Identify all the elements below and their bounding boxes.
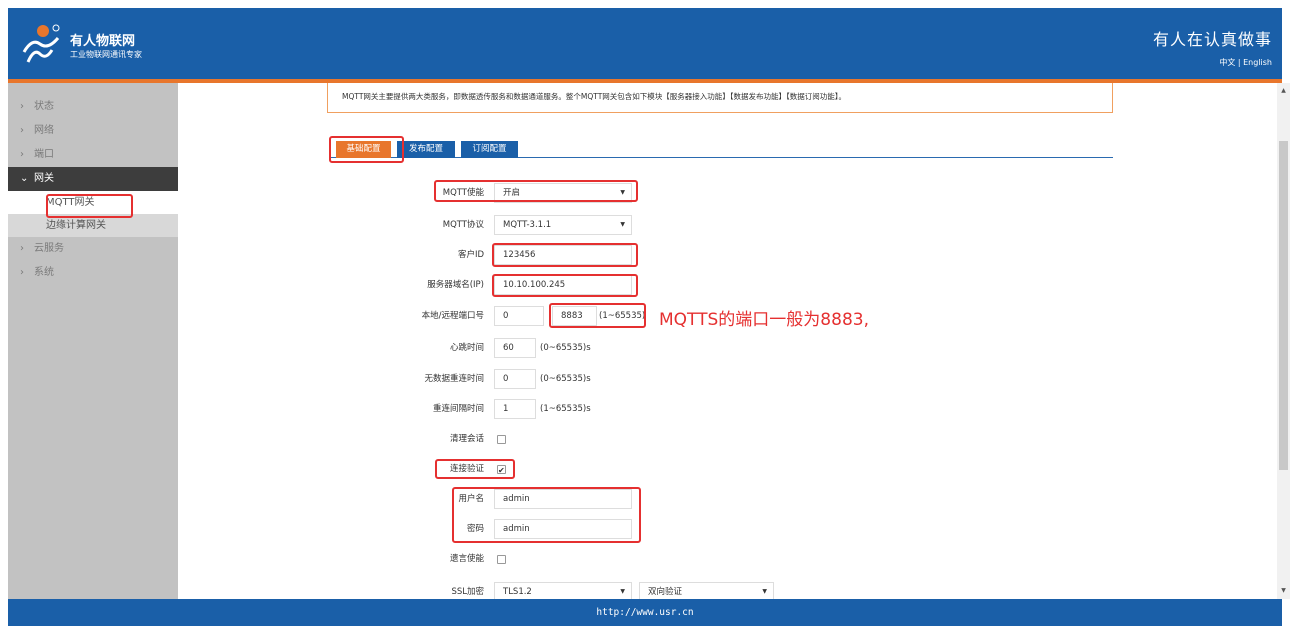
- will-enable-checkbox[interactable]: [497, 555, 506, 564]
- lang-separator: |: [1235, 58, 1244, 67]
- ports-label: 本地/远程端口号: [421, 311, 484, 321]
- client-id-label: 客户ID: [457, 250, 484, 260]
- username-label: 用户名: [458, 494, 484, 504]
- highlight-box: [492, 243, 638, 267]
- tab-publish-config[interactable]: 发布配置: [397, 141, 455, 158]
- highlight-box: [435, 459, 515, 479]
- heartbeat-input[interactable]: 60: [494, 338, 536, 358]
- sidebar-item-cloud[interactable]: › 云服务: [8, 237, 178, 261]
- highlight-box: [492, 274, 638, 297]
- sidebar-item-label: 系统: [34, 267, 54, 278]
- sidebar-item-system[interactable]: › 系统: [8, 261, 178, 285]
- password-input[interactable]: admin: [494, 519, 632, 539]
- no-data-reconnect-input[interactable]: 0: [494, 369, 536, 389]
- scroll-down-icon[interactable]: ▼: [1279, 587, 1288, 597]
- logo-icon: [22, 24, 60, 63]
- password-label: 密码: [466, 524, 484, 534]
- local-port-input[interactable]: 0: [494, 306, 544, 326]
- scrollbar-thumb[interactable]: [1279, 141, 1288, 470]
- sidebar-item-network[interactable]: › 网络: [8, 119, 178, 143]
- server-label: 服务器域名(IP): [427, 280, 484, 290]
- heartbeat-range: (0~65535)s: [540, 343, 591, 353]
- form-row-reconnect-interval: 重连间隔时间 1 (1~65535)s: [178, 399, 648, 419]
- info-banner: MQTT网关主要提供两大类服务，即数据透传服务和数据通道服务。整个MQTT网关包…: [327, 83, 1113, 113]
- sidebar-item-label: 网关: [34, 173, 54, 184]
- mqtt-protocol-label: MQTT协议: [442, 220, 484, 230]
- sidebar: › 状态 › 网络 › 端口 ⌄ 网关 MQTT网关 边缘计算网关 › 云服务 …: [8, 83, 178, 599]
- ssl-version-value: TLS1.2: [503, 587, 532, 597]
- main-content: MQTT网关主要提供两大类服务，即数据透传服务和数据通道服务。整个MQTT网关包…: [178, 83, 1274, 599]
- no-data-reconnect-label: 无数据重连时间: [424, 374, 484, 384]
- port-annotation: MQTTS的端口一般为8883,: [659, 310, 869, 330]
- reconnect-interval-label: 重连间隔时间: [432, 404, 484, 414]
- form-row-username: 用户名 admin: [178, 489, 648, 509]
- form-row-auth: 连接验证: [178, 459, 648, 481]
- mqtt-protocol-select[interactable]: MQTT-3.1.1 ▼: [494, 215, 632, 235]
- form-row-clean-session: 清理会话: [178, 429, 648, 449]
- sidebar-item-gateway[interactable]: ⌄ 网关: [8, 167, 178, 191]
- form-row-heartbeat: 心跳时间 60 (0~65535)s: [178, 338, 648, 358]
- sidebar-item-label: 网络: [34, 125, 54, 136]
- language-switch: 中文 | English: [1219, 57, 1272, 68]
- chevron-right-icon: ›: [20, 149, 24, 160]
- brand-subtitle: 工业物联网通讯专家: [70, 50, 142, 59]
- top-header: 有人物联网 工业物联网通讯专家 有人在认真做事 中文 | English: [8, 8, 1282, 79]
- clean-session-checkbox[interactable]: [497, 435, 506, 444]
- form-row-mqtt-protocol: MQTT协议 MQTT-3.1.1 ▼: [178, 215, 648, 235]
- scroll-up-icon[interactable]: ▲: [1279, 87, 1288, 97]
- config-tabs: 基础配置 发布配置 订阅配置: [330, 135, 1113, 158]
- chevron-right-icon: ›: [20, 267, 24, 278]
- sidebar-item-port[interactable]: › 端口: [8, 143, 178, 167]
- highlight-box: [549, 303, 646, 328]
- highlight-box: [329, 136, 404, 163]
- chevron-right-icon: ›: [20, 243, 24, 254]
- tab-subscribe-config[interactable]: 订阅配置: [461, 141, 518, 158]
- dropdown-arrow-icon: ▼: [620, 221, 625, 228]
- dropdown-arrow-icon: ▼: [762, 588, 767, 595]
- form-row-no-data-reconnect: 无数据重连时间 0 (0~65535)s: [178, 369, 648, 389]
- ssl-version-select[interactable]: TLS1.2 ▼: [494, 582, 632, 599]
- lang-en-link[interactable]: English: [1243, 58, 1272, 67]
- sidebar-item-label: 云服务: [34, 243, 64, 254]
- reconnect-interval-range: (1~65535)s: [540, 404, 591, 414]
- highlight-box: [46, 194, 133, 218]
- form-row-password: 密码 admin: [178, 519, 648, 539]
- no-data-reconnect-range: (0~65535)s: [540, 374, 591, 384]
- sidebar-item-label: 状态: [34, 101, 54, 112]
- lang-zh-link[interactable]: 中文: [1219, 58, 1235, 67]
- chevron-down-icon: ⌄: [20, 173, 29, 184]
- chevron-right-icon: ›: [20, 125, 24, 136]
- highlight-box: [434, 180, 638, 202]
- footer-url: http://www.usr.cn: [8, 599, 1282, 626]
- username-input[interactable]: admin: [494, 489, 632, 509]
- slogan: 有人在认真做事: [1152, 30, 1272, 49]
- reconnect-interval-input[interactable]: 1: [494, 399, 536, 419]
- form-row-ssl: SSL加密 TLS1.2 ▼ 双向验证 ▼: [178, 582, 798, 599]
- ssl-label: SSL加密: [451, 587, 484, 597]
- sidebar-item-label: 端口: [34, 149, 54, 160]
- clean-session-label: 清理会话: [449, 434, 484, 444]
- will-enable-label: 遗言使能: [449, 554, 484, 564]
- dropdown-arrow-icon: ▼: [620, 588, 625, 595]
- chevron-right-icon: ›: [20, 101, 24, 112]
- ssl-mode-select[interactable]: 双向验证 ▼: [639, 582, 774, 599]
- brand-title: 有人物联网: [70, 34, 136, 49]
- ssl-mode-value: 双向验证: [648, 587, 683, 597]
- form-row-will-enable: 遗言使能: [178, 549, 648, 569]
- sidebar-item-status[interactable]: › 状态: [8, 95, 178, 119]
- heartbeat-label: 心跳时间: [449, 343, 484, 353]
- mqtt-protocol-value: MQTT-3.1.1: [503, 220, 552, 230]
